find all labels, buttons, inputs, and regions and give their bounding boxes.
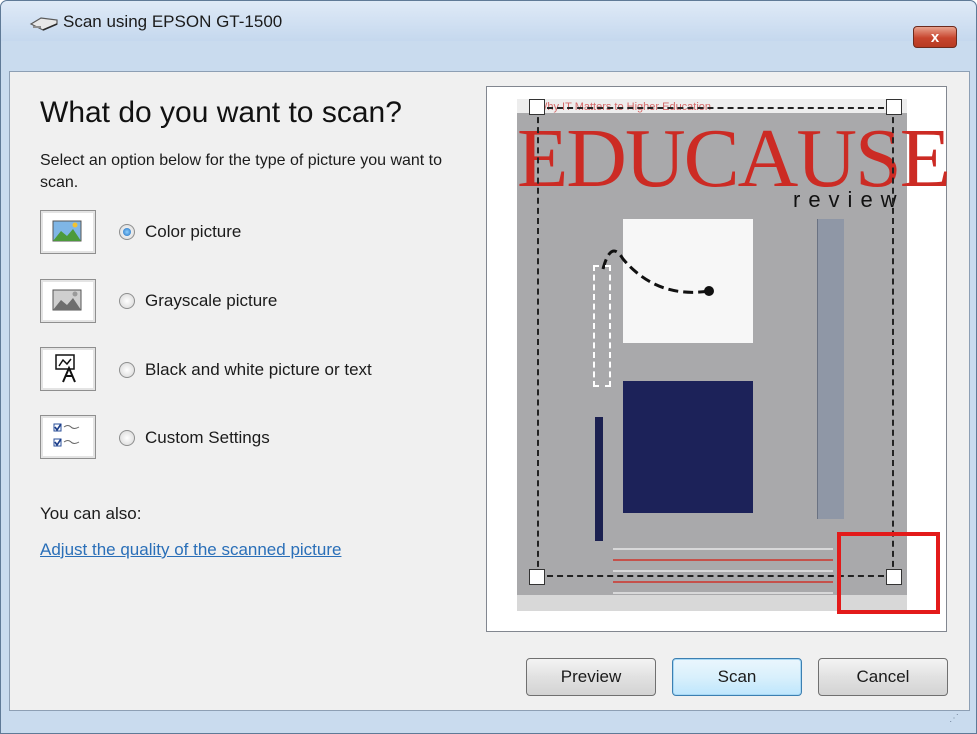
color-picture-icon[interactable] (40, 210, 96, 254)
scanner-icon (29, 17, 58, 31)
title-bar[interactable]: Scan using EPSON GT-1500 x (1, 1, 976, 48)
crop-handle-bottom-left[interactable] (529, 569, 545, 585)
cancel-button[interactable]: Cancel (818, 658, 948, 696)
color-picture-label[interactable]: Color picture (145, 222, 241, 242)
custom-settings-radio[interactable] (119, 430, 135, 446)
close-icon: x (930, 29, 940, 46)
preview-button[interactable]: Preview (526, 658, 656, 696)
grayscale-landscape-glyph (52, 289, 82, 311)
grayscale-picture-icon[interactable] (40, 279, 96, 323)
page-heading: What do you want to scan? (40, 96, 402, 129)
color-landscape-glyph (52, 220, 82, 242)
you-can-also-label: You can also: (40, 504, 142, 523)
black-white-glyph (55, 354, 76, 383)
black-white-radio[interactable] (119, 362, 135, 378)
dialog-content: What do you want to scan? Select an opti… (9, 71, 970, 711)
custom-settings-label[interactable]: Custom Settings (145, 428, 270, 448)
adjust-quality-link[interactable]: Adjust the quality of the scanned pictur… (40, 540, 341, 560)
black-white-label[interactable]: Black and white picture or text (145, 360, 372, 380)
red-highlight-box (837, 532, 940, 614)
black-white-text-icon[interactable] (40, 347, 96, 391)
custom-settings-icon[interactable] (40, 415, 96, 459)
scan-dialog-window: Scan using EPSON GT-1500 x What do you w… (0, 0, 977, 734)
grayscale-picture-label[interactable]: Grayscale picture (145, 291, 277, 311)
crop-handle-top-right[interactable] (886, 99, 902, 115)
scan-button[interactable]: Scan (672, 658, 802, 696)
color-picture-radio[interactable] (119, 224, 135, 240)
window-title: Scan using EPSON GT-1500 (63, 12, 283, 31)
crop-selection-rectangle[interactable] (537, 107, 894, 577)
instructions-text: Select an option below for the type of p… (40, 152, 443, 191)
crop-handle-top-left[interactable] (529, 99, 545, 115)
grayscale-picture-radio[interactable] (119, 293, 135, 309)
close-button[interactable]: x (913, 26, 957, 48)
resize-grip-icon[interactable]: ⋰ (949, 713, 959, 724)
checklist-glyph (53, 423, 80, 447)
